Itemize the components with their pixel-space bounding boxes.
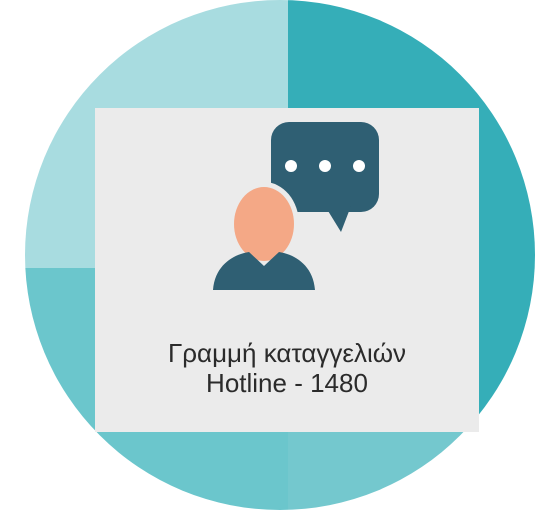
- dot-icon: [353, 160, 365, 172]
- hotline-title: Γραμμή καταγγελιών: [167, 338, 407, 368]
- hotline-badge[interactable]: Γραμμή καταγγελιών Hotline - 1480: [0, 0, 555, 526]
- dot-icon: [285, 160, 297, 172]
- dot-icon: [319, 160, 331, 172]
- hotline-label: Γραμμή καταγγελιών Hotline - 1480: [95, 338, 479, 398]
- hotline-number: Hotline - 1480: [206, 368, 368, 398]
- circle-quadrant-bottom-right: [288, 420, 535, 510]
- hotline-card[interactable]: Γραμμή καταγγελιών Hotline - 1480: [95, 108, 479, 432]
- person-speech-bubble-icon: [213, 122, 379, 290]
